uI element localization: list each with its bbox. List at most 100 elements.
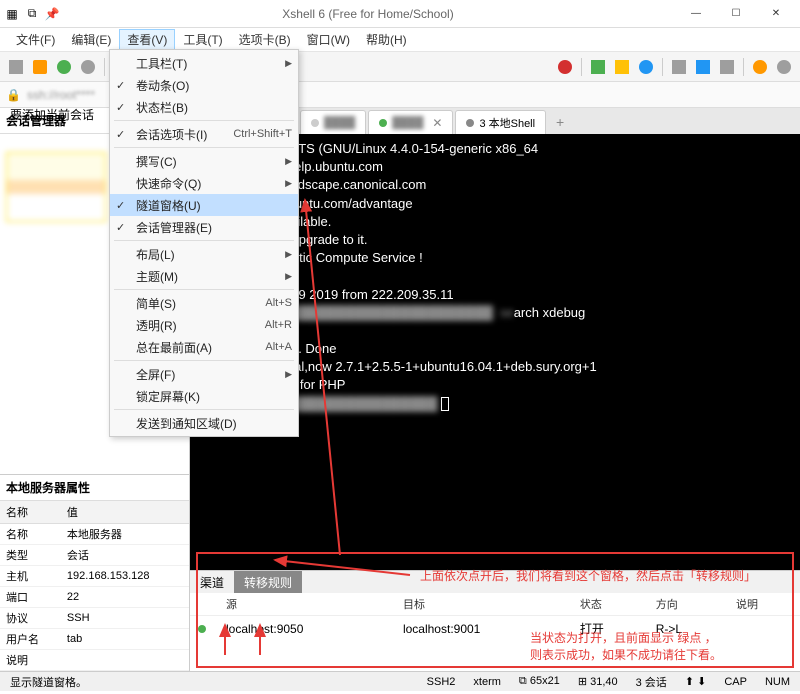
submenu-arrow-icon: ▶ [285, 249, 292, 260]
open-icon[interactable] [30, 57, 50, 77]
properties-panel: 本地服务器属性 名称 值 名称本地服务器 类型会话 主机192.168.153.… [0, 474, 189, 671]
tunnel-tab-rules[interactable]: 转移规则 [234, 571, 302, 593]
check-icon: ✓ [116, 79, 125, 92]
statusbar: 显示隧道窗格。 SSH2 xterm ⧉ 65x21 ⊞ 31,40 3 会话 … [0, 671, 800, 691]
menu-item-label: 状态栏(B) [136, 99, 188, 116]
menu-tools[interactable]: 工具(T) [175, 29, 230, 50]
green-dot-icon [198, 625, 206, 633]
palette-icon[interactable] [693, 57, 713, 77]
tab-close-icon[interactable]: ✕ [432, 116, 442, 130]
annotation-text: 上面依次点开后，我们将看到这个窗格，然后点击「转移规则」 [420, 568, 756, 585]
session-tab[interactable]: ████ [300, 110, 366, 134]
menu-item-会话管理器(E)[interactable]: ✓会话管理器(E) [110, 216, 298, 238]
app-icon [555, 57, 575, 77]
sb-pos: ⊞ 31,40 [574, 675, 622, 688]
menu-item-label: 锁定屏幕(K) [136, 388, 200, 405]
col-name: 名称 [0, 501, 61, 524]
menu-item-label: 发送到通知区域(D) [136, 415, 237, 432]
reconnect-icon[interactable] [54, 57, 74, 77]
shortcut-label: Ctrl+Shift+T [225, 128, 292, 140]
pin-icon[interactable]: 📌 [44, 6, 60, 22]
check-icon: ✓ [116, 199, 125, 212]
check-icon: ✓ [116, 221, 125, 234]
col-desc: 说明 [728, 593, 800, 616]
col-direction: 方向 [648, 593, 728, 616]
menu-item-状态栏(B)[interactable]: ✓ 状态栏(B) [110, 96, 298, 118]
close-button[interactable]: ✕ [756, 0, 796, 28]
list-icon[interactable] [669, 57, 689, 77]
menu-item-锁定屏幕(K)[interactable]: 锁定屏幕(K) [110, 385, 298, 407]
menu-item-工具栏(T)[interactable]: 工具栏(T) ▶ [110, 52, 298, 74]
sys-icons: ▦ ⧉ 📌 [4, 6, 60, 22]
disconnect-icon[interactable] [78, 57, 98, 77]
tunnel-tab-channel[interactable]: 渠道 [190, 571, 234, 593]
maximize-button[interactable]: ☐ [716, 0, 756, 28]
new-session-icon[interactable] [6, 57, 26, 77]
menu-window[interactable]: 窗口(W) [299, 29, 358, 50]
submenu-arrow-icon: ▶ [285, 178, 292, 189]
menu-item-label: 透明(R) [136, 317, 177, 334]
shortcut-label: Alt+S [257, 297, 292, 309]
arrows-icon[interactable] [588, 57, 608, 77]
session-tab[interactable]: ████ ✕ [368, 110, 453, 134]
lock-small-icon: 🔒 [6, 88, 21, 102]
col-value: 值 [61, 501, 189, 524]
minimize-button[interactable]: — [676, 0, 716, 28]
col-target: 目标 [395, 593, 572, 616]
menu-item-全屏(F)[interactable]: 全屏(F)▶ [110, 363, 298, 385]
lock-icon[interactable] [612, 57, 632, 77]
session-tab-local[interactable]: 3 本地Shell [455, 110, 546, 134]
submenu-arrow-icon: ▶ [285, 58, 292, 69]
menu-item-卷动条(O)[interactable]: ✓ 卷动条(O) [110, 74, 298, 96]
table-row: 协议SSH [0, 608, 189, 629]
table-row: 端口22 [0, 587, 189, 608]
menu-item-label: 快速命令(Q) [136, 175, 201, 192]
table-row: 名称本地服务器 [0, 524, 189, 545]
menu-item-label: 工具栏(T) [136, 55, 187, 72]
status-dot-icon [311, 119, 319, 127]
menu-item-撰写(C)[interactable]: 撰写(C)▶ [110, 150, 298, 172]
menu-item-总在最前面(A)[interactable]: 总在最前面(A)Alt+A [110, 336, 298, 358]
menu-help[interactable]: 帮助(H) [358, 29, 415, 50]
menu-item-label: 卷动条(O) [136, 77, 189, 94]
menu-item-主题(M)[interactable]: 主题(M) ▶ [110, 265, 298, 287]
properties-header: 本地服务器属性 [0, 475, 189, 501]
check-icon: ✓ [116, 101, 125, 114]
address-url[interactable]: ssh://root**** [27, 88, 95, 102]
window-title: Xshell 6 (Free for Home/School) [60, 7, 676, 21]
user-icon[interactable] [750, 57, 770, 77]
titlebar: ▦ ⧉ 📌 Xshell 6 (Free for Home/School) — … [0, 0, 800, 28]
menu-item-label: 隧道窗格(U) [136, 197, 201, 214]
shortcut-label: Alt+R [257, 319, 292, 331]
refresh-icon[interactable] [636, 57, 656, 77]
submenu-arrow-icon: ▶ [285, 271, 292, 282]
tab-label: 3 本地Shell [479, 115, 535, 131]
restore-icon[interactable]: ⧉ [24, 6, 40, 22]
menu-item-隧道窗格(U)[interactable]: ✓ 隧道窗格(U) [110, 194, 298, 216]
sb-transfer: ⬆ ⬇ [681, 675, 711, 688]
menu-item-label: 会话选项卡(I) [136, 126, 207, 143]
menu-item-label: 主题(M) [136, 268, 178, 285]
menu-view[interactable]: 查看(V) [119, 29, 175, 50]
menu-edit[interactable]: 编辑(E) [63, 29, 119, 50]
sb-size: ⧉ 65x21 [515, 675, 564, 688]
col-status: 状态 [572, 593, 648, 616]
table-row: 用户名tab [0, 629, 189, 650]
new-tab-button[interactable]: + [548, 110, 572, 134]
grid-icon[interactable]: ▦ [4, 6, 20, 22]
gear-icon[interactable] [774, 57, 794, 77]
menu-file[interactable]: 文件(F) [8, 29, 63, 50]
menu-item-简单(S)[interactable]: 简单(S)Alt+S [110, 292, 298, 314]
sb-cap: CAP [720, 676, 751, 688]
sb-ssh: SSH2 [423, 676, 460, 688]
menu-item-布局(L)[interactable]: 布局(L)▶ [110, 243, 298, 265]
menu-item-快速命令(Q)[interactable]: 快速命令(Q) ▶ [110, 172, 298, 194]
table-row: 主机192.168.153.128 [0, 566, 189, 587]
menu-item-会话选项卡(I)[interactable]: ✓会话选项卡(I)Ctrl+Shift+T [110, 123, 298, 145]
menu-item-透明(R)[interactable]: 透明(R) Alt+R [110, 314, 298, 336]
status-dot-icon [466, 119, 474, 127]
font-icon[interactable] [717, 57, 737, 77]
menu-item-发送到通知区域(D)[interactable]: 发送到通知区域(D) [110, 412, 298, 434]
properties-table: 名称 值 名称本地服务器 类型会话 主机192.168.153.128 端口22… [0, 501, 189, 671]
menu-tabs[interactable]: 选项卡(B) [231, 29, 299, 50]
